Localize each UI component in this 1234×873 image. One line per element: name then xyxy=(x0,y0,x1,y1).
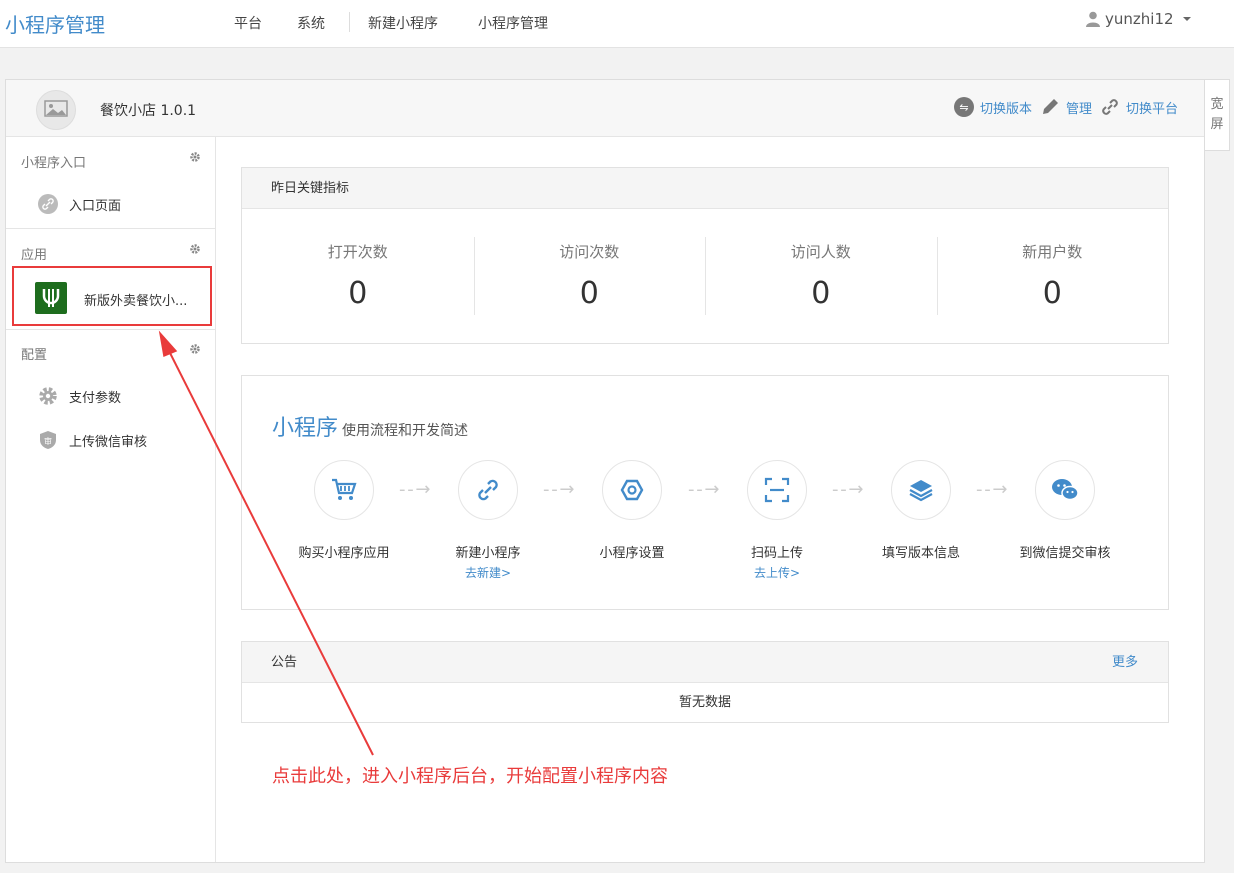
metric-label: 访问次数 xyxy=(559,243,620,261)
flow-title-main: 小程序 xyxy=(272,416,339,441)
pencil-icon xyxy=(1042,99,1058,114)
app-name: 新版外卖餐饮小... xyxy=(84,294,188,309)
more-link[interactable]: 更多 xyxy=(1112,642,1138,683)
step-label: 扫码上传 xyxy=(750,546,803,561)
annotation-text: 点击此处，进入小程序后台，开始配置小程序内容 xyxy=(272,766,668,787)
divider xyxy=(6,329,216,330)
nav-divider xyxy=(349,12,350,32)
swap-icon: ⇋ xyxy=(953,97,974,117)
hexagon-icon xyxy=(602,460,662,520)
section-entry-title: 小程序入口 xyxy=(21,156,87,171)
flow-title: 小程序 使用流程和开发简述 xyxy=(272,410,468,442)
username: yunzhi12 xyxy=(1105,10,1174,28)
step-label: 填写版本信息 xyxy=(881,546,960,561)
nav-system[interactable]: 系统 xyxy=(297,13,325,33)
step-miniprogram-settings: 小程序设置 xyxy=(567,460,697,561)
metric-new-users: 新用户数 0 xyxy=(936,209,1169,343)
link-icon xyxy=(1102,99,1118,115)
divider xyxy=(6,228,216,229)
metric-label: 新用户数 xyxy=(1022,243,1083,261)
section-app-title: 应用 xyxy=(21,248,48,263)
link-icon xyxy=(38,194,58,214)
metric-visit-count: 访问次数 0 xyxy=(473,209,706,343)
gear-icon xyxy=(39,387,57,405)
sidebar-item-app[interactable]: 新版外卖餐饮小... xyxy=(12,266,212,326)
manage-button[interactable]: 管理 xyxy=(1040,97,1092,117)
metrics-title: 昨日关键指标 xyxy=(242,168,1168,209)
flow-box: 小程序 使用流程和开发简述 购买小程序应用 - - → 新建小程序 去新建> - … xyxy=(241,375,1169,610)
store-name: 餐饮小店 1.0.1 xyxy=(100,103,197,119)
metric-value: 0 xyxy=(579,276,599,311)
notice-title: 公告 xyxy=(242,642,1168,683)
notice-box: 公告 更多 暂无数据 xyxy=(241,641,1169,723)
step-buy-app: 购买小程序应用 xyxy=(279,460,409,561)
sidebar: 小程序入口 入口页面 应用 新版外卖餐饮小... 配置 支付参数 审 上传微信审… xyxy=(6,137,216,862)
gear-icon[interactable] xyxy=(189,343,201,355)
step-fill-version-info: 填写版本信息 xyxy=(856,460,986,561)
user-menu[interactable]: yunzhi12 xyxy=(1086,10,1191,28)
wechat-icon xyxy=(1035,460,1095,520)
sidebar-item-label: 支付参数 xyxy=(69,390,122,406)
sidebar-item-upload-review[interactable]: 审 上传微信审核 xyxy=(38,430,147,450)
step-label: 新建小程序 xyxy=(455,546,521,561)
scan-icon xyxy=(747,460,807,520)
step-new-miniprogram: 新建小程序 去新建> xyxy=(423,460,553,581)
metric-value: 0 xyxy=(348,276,368,311)
layers-icon xyxy=(891,460,951,520)
metric-value: 0 xyxy=(811,276,831,311)
step-submit-review: 到微信提交审核 xyxy=(1000,460,1130,561)
switch-version-label: 切换版本 xyxy=(979,101,1032,117)
wide-screen-button[interactable]: 宽 屏 xyxy=(1205,79,1230,151)
metric-label: 访问人数 xyxy=(790,243,851,261)
flow-title-sub: 使用流程和开发简述 xyxy=(342,423,469,439)
metric-label: 打开次数 xyxy=(327,243,388,261)
section-config-title: 配置 xyxy=(21,348,48,363)
metric-visitor-count: 访问人数 0 xyxy=(705,209,937,343)
switch-platform-button[interactable]: 切换平台 xyxy=(1100,97,1178,117)
wide-screen-label-2: 屏 xyxy=(1210,117,1224,132)
sidebar-item-pay-params[interactable]: 支付参数 xyxy=(38,386,121,406)
step-scan-upload: 扫码上传 去上传> xyxy=(712,460,842,581)
svg-text:审: 审 xyxy=(44,436,52,446)
step-label: 小程序设置 xyxy=(599,546,665,561)
chevron-down-icon xyxy=(1182,17,1191,21)
cart-icon xyxy=(314,460,374,520)
metrics-box: 昨日关键指标 打开次数 0 访问次数 0 访问人数 0 新用户数 0 xyxy=(241,167,1169,344)
gear-icon[interactable] xyxy=(189,151,201,163)
switch-platform-label: 切换平台 xyxy=(1125,101,1178,117)
nav-new-miniprogram[interactable]: 新建小程序 xyxy=(368,13,438,33)
sidebar-item-entry-page[interactable]: 入口页面 xyxy=(38,194,121,214)
app-logo-icon xyxy=(35,282,67,314)
brand-title[interactable]: 小程序管理 xyxy=(5,9,105,38)
gear-icon[interactable] xyxy=(189,243,201,255)
metric-value: 0 xyxy=(1042,276,1062,311)
metric-open-count: 打开次数 0 xyxy=(242,209,474,343)
link-icon xyxy=(458,460,518,520)
sidebar-item-label: 上传微信审核 xyxy=(69,434,148,450)
nav-miniprogram-manage[interactable]: 小程序管理 xyxy=(478,13,548,33)
image-placeholder-icon xyxy=(44,100,68,117)
step-label: 购买小程序应用 xyxy=(298,546,390,561)
store-avatar xyxy=(36,90,76,130)
switch-version-button[interactable]: ⇋ 切换版本 xyxy=(953,97,1032,117)
top-navbar: 小程序管理 平台 系统 新建小程序 小程序管理 yunzhi12 xyxy=(0,0,1234,48)
shield-icon: 审 xyxy=(40,431,56,449)
metrics-row: 打开次数 0 访问次数 0 访问人数 0 新用户数 0 xyxy=(242,209,1168,343)
step-label: 到微信提交审核 xyxy=(1019,546,1111,561)
go-create-link[interactable]: 去新建> xyxy=(423,564,553,581)
sidebar-item-label: 入口页面 xyxy=(69,198,122,214)
go-upload-link[interactable]: 去上传> xyxy=(712,564,842,581)
manage-label: 管理 xyxy=(1065,101,1092,117)
nav-platform[interactable]: 平台 xyxy=(234,13,262,33)
header-actions: ⇋ 切换版本 管理 切换平台 xyxy=(952,97,1178,117)
store-header: 餐饮小店 1.0.1 ⇋ 切换版本 管理 切换平台 xyxy=(6,80,1204,137)
user-icon xyxy=(1086,11,1100,27)
wide-screen-label-1: 宽 xyxy=(1210,97,1224,112)
empty-state: 暂无数据 xyxy=(678,695,731,710)
